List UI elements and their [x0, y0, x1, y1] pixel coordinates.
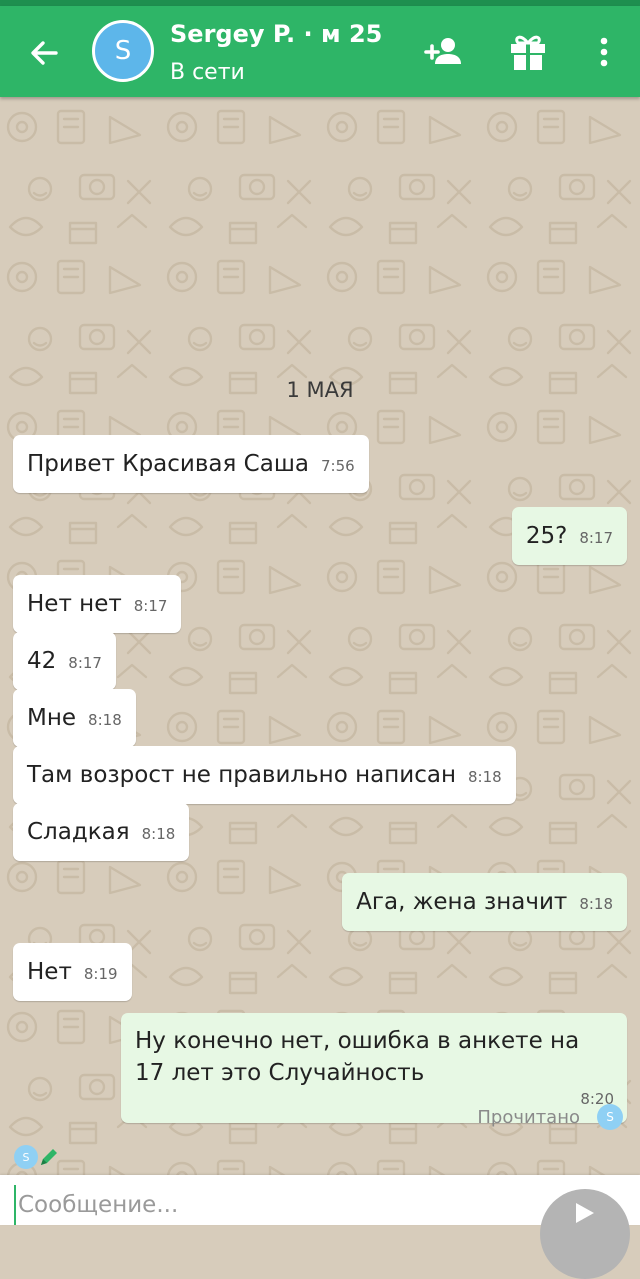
message-incoming[interactable]: Мне 8:18 [13, 689, 136, 747]
message-text: Там возрост не правильно написан [27, 762, 456, 788]
pencil-icon [41, 1149, 57, 1165]
message-time: 8:17 [68, 654, 102, 672]
send-icon [576, 1203, 594, 1223]
more-vert-icon [600, 37, 608, 67]
arrow-back-icon [31, 41, 58, 65]
message-composer [0, 1175, 640, 1279]
message-incoming[interactable]: 42 8:17 [13, 632, 116, 690]
message-time: 8:18 [579, 895, 613, 913]
message-text: Ну конечно нет, ошибка в анкете на 17 ле… [135, 1028, 580, 1086]
message-time: 7:56 [320, 457, 355, 475]
message-input[interactable] [14, 1185, 518, 1225]
chat-header: S Sergey P. · м 25 В сети [0, 6, 640, 97]
read-receipt-label: Прочитано [477, 1107, 580, 1128]
message-incoming[interactable]: Привет Красивая Саша 7:56 [13, 435, 369, 493]
message-outgoing[interactable]: 25? 8:17 [511, 507, 627, 565]
message-outgoing[interactable]: Ага, жена значит 8:18 [342, 873, 627, 931]
message-text: Сладкая [27, 819, 130, 845]
chat-messages-area[interactable]: 1 МАЯ Привет Красивая Саша 7:56 25? 8:17 Н… [0, 97, 640, 1175]
message-incoming[interactable]: Сладкая 8:18 [13, 803, 190, 861]
typing-indicator-avatar: S [14, 1145, 38, 1169]
send-button[interactable] [540, 1189, 630, 1279]
date-separator: 1 МАЯ [286, 378, 354, 402]
message-text: Мне [27, 705, 77, 731]
message-time: 8:17 [579, 529, 613, 547]
message-time: 8:18 [468, 768, 502, 786]
message-time: 8:17 [133, 597, 168, 615]
send-gift-button[interactable] [506, 30, 550, 74]
message-time: 8:18 [88, 711, 122, 729]
back-button[interactable] [24, 33, 64, 73]
add-contact-button[interactable] [422, 30, 466, 74]
read-receipt-avatar: S [597, 1104, 623, 1130]
message-incoming[interactable]: Там возрост не правильно написан 8:18 [13, 746, 516, 804]
gift-icon [511, 35, 545, 70]
contact-online-status: В сети [170, 60, 245, 85]
more-options-button[interactable] [582, 30, 626, 74]
contact-avatar[interactable]: S [92, 20, 154, 82]
message-time: 8:18 [141, 825, 176, 843]
message-text: Привет Красивая Саша [27, 451, 309, 477]
message-text: Нет нет [27, 591, 122, 617]
message-incoming[interactable]: Нет 8:19 [13, 943, 132, 1001]
message-time: 8:19 [83, 965, 118, 983]
message-text: Нет [27, 959, 72, 985]
message-text: Ага, жена значит [356, 889, 568, 915]
message-incoming[interactable]: Нет нет 8:17 [13, 575, 182, 633]
message-text: 25? [525, 523, 568, 549]
person-add-icon [424, 38, 461, 64]
contact-name[interactable]: Sergey P. · м 25 [170, 20, 382, 48]
message-text: 42 [27, 648, 57, 674]
